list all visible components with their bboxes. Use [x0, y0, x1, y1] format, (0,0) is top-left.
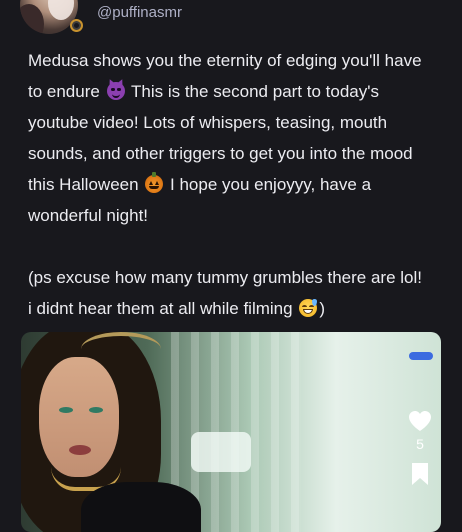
- post-text-segment: This is the second part to today's: [131, 82, 379, 101]
- post-body: Medusa shows you the eternity of edging …: [28, 45, 453, 324]
- devil-emoji-icon: [106, 82, 125, 100]
- thumbnail-shirt: [81, 482, 201, 532]
- thumbnail-eye: [89, 407, 103, 413]
- post-line: youtube video! Lots of whispers, teasing…: [28, 113, 388, 132]
- post-text-segment: i didnt hear them at all while filming: [28, 299, 293, 318]
- post-line: (ps excuse how many tummy grumbles there…: [28, 268, 422, 287]
- like-count: 5: [416, 436, 424, 452]
- post-line: sounds, and other triggers to get you in…: [28, 144, 413, 163]
- post-text-segment: to endure: [28, 82, 100, 101]
- post-line: to endure This is the second part to tod…: [28, 76, 453, 107]
- avatar[interactable]: [20, 0, 78, 34]
- thumbnail-eye: [59, 407, 73, 413]
- status-indicator: [70, 19, 83, 32]
- heart-icon[interactable]: [408, 410, 432, 432]
- video-thumbnail[interactable]: 5: [21, 332, 441, 532]
- post-line: i didnt hear them at all while filming ): [28, 293, 453, 324]
- bookmark-icon[interactable]: [411, 462, 429, 486]
- avatar-hair: [20, 4, 44, 34]
- thumbnail-face: [39, 357, 119, 477]
- avatar-face: [48, 0, 74, 20]
- post-text-segment: ): [319, 299, 325, 318]
- like-control[interactable]: 5: [407, 410, 433, 452]
- post-text-segment: this Halloween: [28, 175, 139, 194]
- post-header: @puffinasmr: [0, 0, 462, 40]
- pumpkin-emoji-icon: [145, 172, 164, 193]
- post-line: wonderful night!: [28, 206, 149, 225]
- post-text-segment: I hope you enjoyyy, have a: [170, 175, 372, 194]
- sweat-smile-emoji-icon: [299, 299, 318, 317]
- media-indicator-pill: [409, 352, 433, 360]
- avatar-container[interactable]: [20, 0, 83, 34]
- thumbnail-mouth: [69, 445, 91, 455]
- thumbnail-lamp: [191, 432, 251, 472]
- post-line: Medusa shows you the eternity of edging …: [28, 51, 422, 70]
- post-line: this Halloween I hope you enjoyyy, have …: [28, 169, 453, 200]
- username[interactable]: @puffinasmr: [97, 4, 182, 21]
